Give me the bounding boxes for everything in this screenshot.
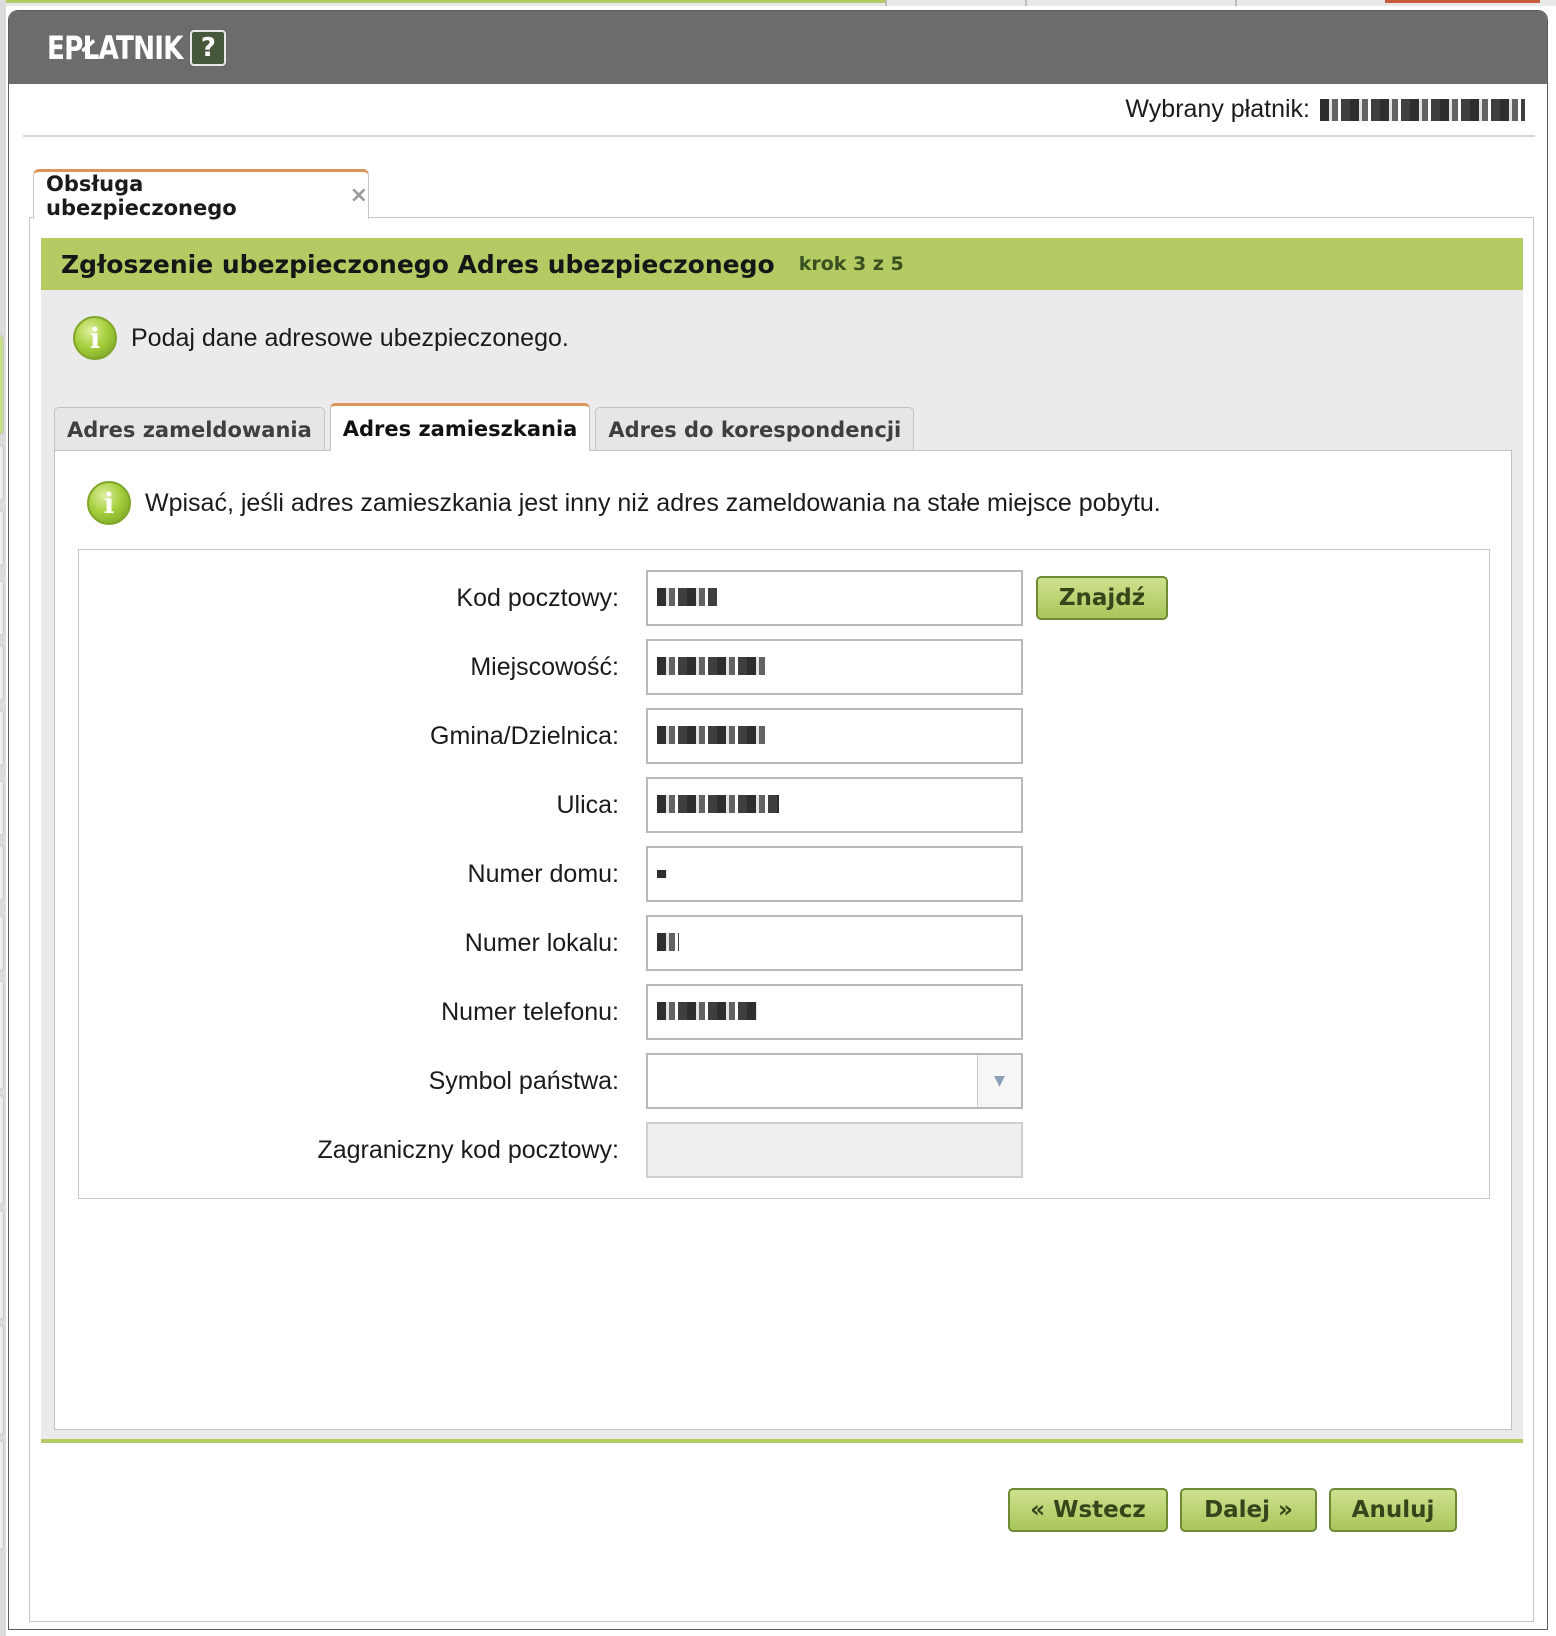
commune-row: Gmina/Dzielnica: <box>79 708 1489 764</box>
insured-service-panel: Zgłoszenie ubezpieczonego Adres ubezpiec… <box>29 217 1534 1622</box>
wizard-step-indicator: krok 3 z 5 <box>798 253 904 275</box>
commune-value-redacted <box>657 726 765 744</box>
address-tabs: Adres zameldowania Adres zamieszkania Ad… <box>54 403 919 451</box>
rail-tab[interactable] <box>0 1095 4 1205</box>
wizard-info-text: Podaj dane adresowe ubezpieczonego. <box>131 323 569 352</box>
help-icon[interactable]: ? <box>190 29 227 66</box>
top-strip-accent-red <box>1385 0 1540 3</box>
rail-tab[interactable] <box>0 780 4 836</box>
city-value-redacted <box>657 657 765 675</box>
rail-tab[interactable] <box>0 580 4 636</box>
apartment-input[interactable] <box>646 915 1023 971</box>
title-bar: EPŁATNIK ? <box>9 11 1547 84</box>
wizard-header: Zgłoszenie ubezpieczonego Adres ubezpiec… <box>41 238 1523 290</box>
rail-tab[interactable] <box>0 1210 4 1320</box>
street-row: Ulica: <box>79 777 1489 833</box>
top-strip <box>0 0 1556 6</box>
rail-tab[interactable] <box>0 915 4 971</box>
find-button[interactable]: Znajdź <box>1036 576 1168 620</box>
street-value-redacted <box>657 795 779 813</box>
app-title: EPŁATNIK <box>47 28 183 67</box>
rail-tab[interactable] <box>0 980 4 1090</box>
house-number-input[interactable] <box>646 846 1023 902</box>
rail-tab[interactable] <box>0 335 4 435</box>
address-form: Kod pocztowy: Znajdź Miejscowość: Gmina/… <box>78 549 1490 1199</box>
tab-registered-address[interactable]: Adres zameldowania <box>54 407 325 451</box>
wizard: Zgłoszenie ubezpieczonego Adres ubezpiec… <box>41 238 1523 1443</box>
info-icon: i <box>73 316 117 360</box>
tab-insured-service-label: Obsługa ubezpieczonego <box>46 171 237 220</box>
rail-tab[interactable] <box>0 445 4 501</box>
street-label: Ulica: <box>556 790 619 819</box>
postal-code-row: Kod pocztowy: Znajdź <box>79 570 1489 626</box>
tab-insured-service[interactable]: Obsługa ubezpieczonego × <box>33 169 369 220</box>
rail-tab[interactable] <box>0 1325 4 1435</box>
top-strip-accent <box>0 0 885 3</box>
country-row: Symbol państwa: ▼ <box>79 1053 1489 1109</box>
phone-label: Numer telefonu: <box>441 997 619 1026</box>
chevron-down-icon[interactable]: ▼ <box>977 1055 1021 1107</box>
postal-code-value-redacted <box>657 588 717 606</box>
rail-tab[interactable] <box>0 710 4 766</box>
tab-correspondence-address[interactable]: Adres do korespondencji <box>595 407 915 451</box>
rail-tab[interactable] <box>0 510 4 566</box>
left-side-rail <box>0 0 6 1636</box>
apartment-label: Numer lokalu: <box>464 928 619 957</box>
city-label: Miejscowość: <box>470 652 619 681</box>
top-strip-divider <box>1235 0 1237 6</box>
tab-info-text: Wpisać, jeśli adres zamieszkania jest in… <box>145 488 1161 517</box>
country-label: Symbol państwa: <box>428 1066 619 1095</box>
phone-row: Numer telefonu: <box>79 984 1489 1040</box>
foreign-postal-row: Zagraniczny kod pocztowy: <box>79 1122 1489 1178</box>
postal-code-label: Kod pocztowy: <box>456 583 619 612</box>
city-row: Miejscowość: <box>79 639 1489 695</box>
next-button[interactable]: Dalej » <box>1180 1488 1317 1532</box>
info-icon: i <box>87 481 131 525</box>
house-number-value-redacted <box>657 870 667 878</box>
top-strip-divider <box>885 0 887 6</box>
rail-tab[interactable] <box>0 645 4 701</box>
residence-address-panel: i Wpisać, jeśli adres zamieszkania jest … <box>54 450 1512 1430</box>
phone-value-redacted <box>657 1002 757 1020</box>
tab-info: i Wpisać, jeśli adres zamieszkania jest … <box>87 481 1161 525</box>
apartment-value-redacted <box>657 933 679 951</box>
selected-payer-bar: Wybrany płatnik: <box>23 84 1535 137</box>
commune-label: Gmina/Dzielnica: <box>430 721 619 750</box>
back-button[interactable]: « Wstecz <box>1008 1488 1168 1532</box>
selected-payer-label: Wybrany płatnik: <box>1125 95 1310 123</box>
house-number-label: Numer domu: <box>467 859 619 888</box>
foreign-postal-label: Zagraniczny kod pocztowy: <box>317 1135 619 1164</box>
top-strip-divider <box>1025 0 1027 6</box>
wizard-title: Zgłoszenie ubezpieczonego Adres ubezpiec… <box>61 249 775 279</box>
house-number-row: Numer domu: <box>79 846 1489 902</box>
rail-tab[interactable] <box>0 1440 4 1550</box>
apartment-row: Numer lokalu: <box>79 915 1489 971</box>
selected-payer-name-redacted <box>1320 98 1525 121</box>
tab-residence-address[interactable]: Adres zamieszkania <box>329 403 591 451</box>
cancel-button[interactable]: Anuluj <box>1329 1488 1457 1532</box>
foreign-postal-input <box>646 1122 1023 1178</box>
country-select[interactable] <box>646 1053 1023 1109</box>
app-window: EPŁATNIK ? Wybrany płatnik: Obsługa ubez… <box>8 10 1548 1630</box>
wizard-info: i Podaj dane adresowe ubezpieczonego. <box>73 316 569 360</box>
close-icon[interactable]: × <box>350 183 368 208</box>
rail-tab[interactable] <box>0 845 4 901</box>
